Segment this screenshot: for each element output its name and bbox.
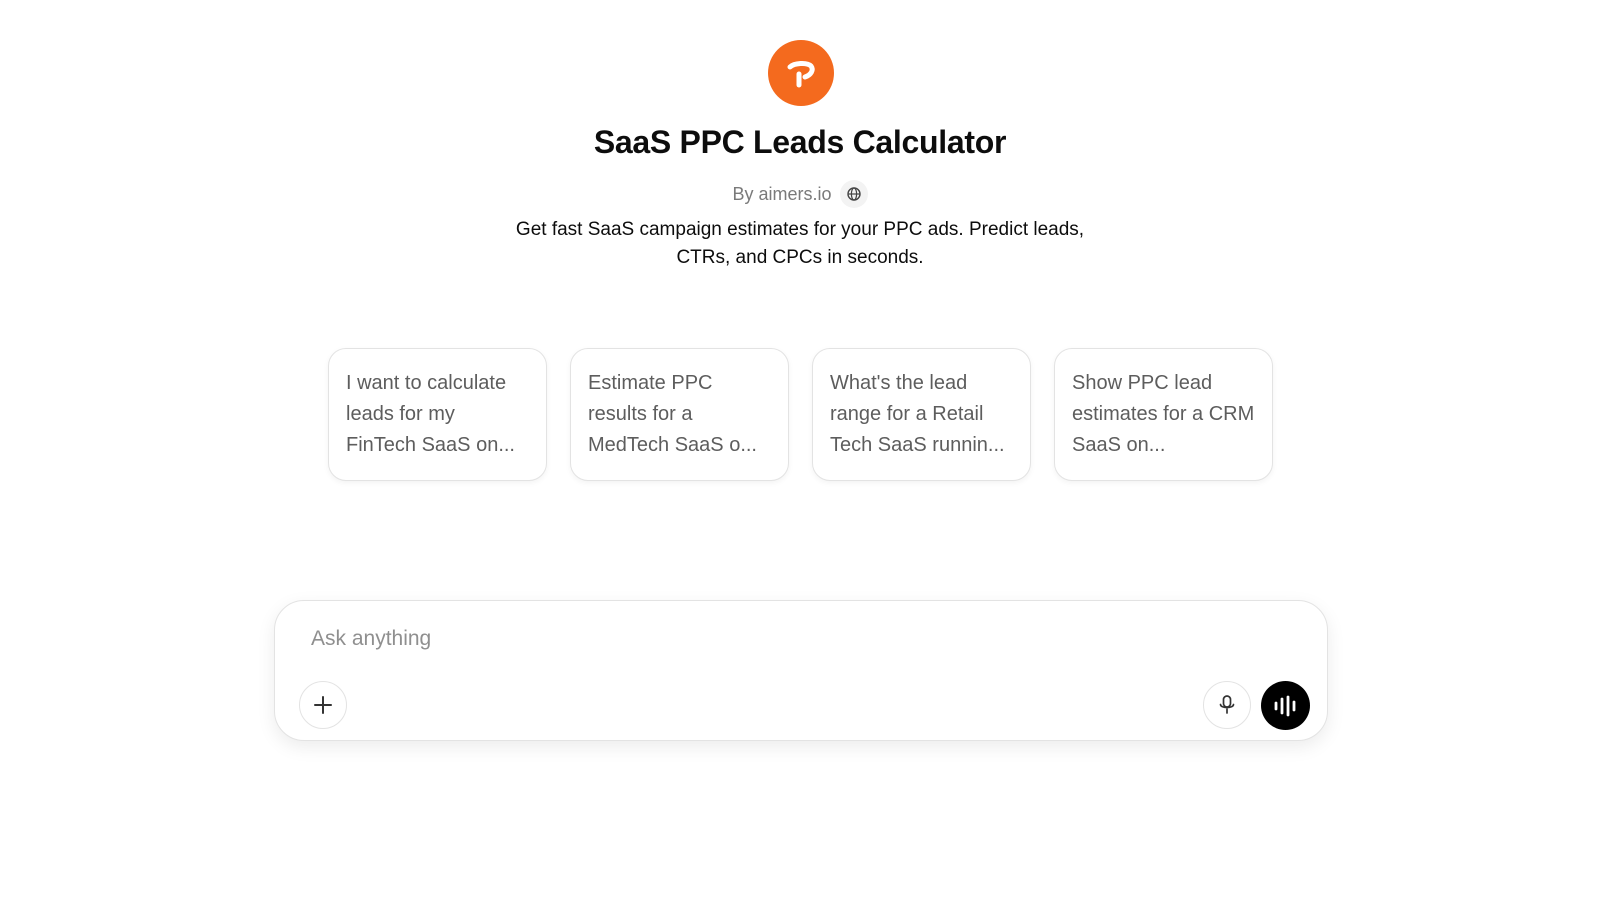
byline-text: By aimers.io bbox=[732, 183, 832, 204]
message-composer bbox=[274, 600, 1328, 741]
attach-button[interactable] bbox=[299, 681, 347, 729]
message-input[interactable] bbox=[311, 621, 1271, 657]
starter-card-crm[interactable]: Show PPC lead estimates for a CRM SaaS o… bbox=[1054, 348, 1273, 481]
dictate-button[interactable] bbox=[1203, 681, 1251, 729]
starter-card-fintech[interactable]: I want to calculate leads for my FinTech… bbox=[328, 348, 547, 481]
microphone-icon bbox=[1219, 695, 1235, 714]
globe-icon[interactable] bbox=[839, 180, 868, 208]
voice-mode-icon bbox=[1274, 695, 1295, 716]
gpt-logo bbox=[768, 40, 834, 106]
voice-mode-button[interactable] bbox=[1261, 681, 1310, 730]
gpt-description: Get fast SaaS campaign estimates for you… bbox=[515, 219, 1085, 268]
orange-arrow-logo-icon bbox=[787, 61, 815, 88]
gpt-landing-page: SaaS PPC Leads Calculator By aimers.io G… bbox=[0, 0, 1600, 918]
starter-card-medtech[interactable]: Estimate PPC results for a MedTech SaaS … bbox=[570, 348, 789, 481]
plus-icon bbox=[314, 696, 332, 714]
gpt-title: SaaS PPC Leads Calculator bbox=[593, 124, 1007, 160]
conversation-starters: I want to calculate leads for my FinTech… bbox=[328, 348, 1273, 481]
gpt-byline: By aimers.io bbox=[0, 180, 1600, 208]
starter-card-retail-tech[interactable]: What's the lead range for a Retail Tech … bbox=[812, 348, 1031, 481]
